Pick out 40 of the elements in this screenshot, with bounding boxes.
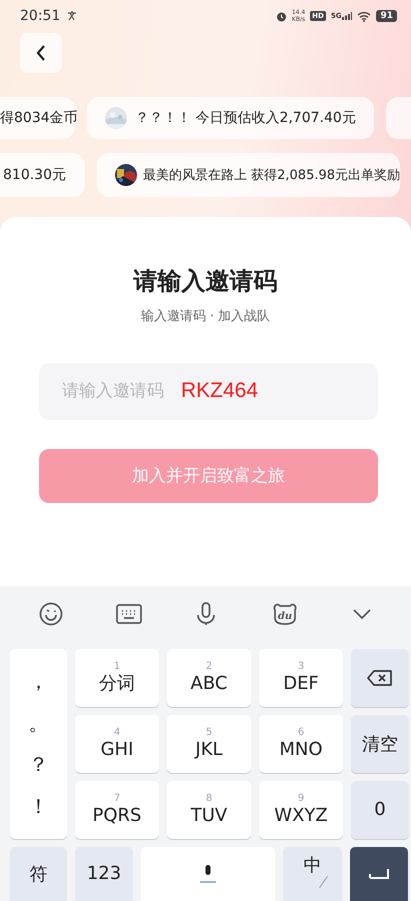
keyboard-key[interactable]: 8 TUV xyxy=(167,780,251,839)
page-title: 请输入邀请码 xyxy=(134,266,278,297)
enter-key[interactable] xyxy=(350,846,408,901)
keyboard-key[interactable]: 2 ABC xyxy=(167,648,251,707)
ticker-text: 最美的风景在路上 获得2,085.98元出单奖励 xyxy=(143,166,400,184)
keyboard-key[interactable]: 6 MNO xyxy=(259,714,343,773)
battery-level: 91 xyxy=(376,10,397,22)
ticker-text: 得8034金币 xyxy=(0,108,78,127)
signal-icon xyxy=(342,12,352,20)
keyboard-key[interactable]: 9 WXYZ xyxy=(259,780,343,839)
microphone-icon[interactable] xyxy=(195,602,218,626)
keyboard-key[interactable]: 1 分词 xyxy=(75,648,159,707)
keyboard-key[interactable]: 7 PQRS xyxy=(75,780,159,839)
emoji-icon[interactable] xyxy=(38,602,63,626)
ticker-text: ？？！！ 今日预估收入2,707.40元 xyxy=(135,108,356,127)
alarm-icon xyxy=(276,10,287,22)
bear-logo-icon[interactable]: du xyxy=(270,602,299,626)
logo-text: du xyxy=(278,610,292,622)
backspace-key[interactable] xyxy=(351,648,409,707)
keyboard-key[interactable]: 5 JKL xyxy=(167,714,251,773)
language-key[interactable]: 中 xyxy=(283,846,342,901)
back-icon xyxy=(36,44,46,61)
keyboard-key[interactable]: 4 GHI xyxy=(75,714,159,773)
zero-key[interactable]: 0 xyxy=(351,780,409,839)
page-subtitle: 输入邀请码 · 加入战队 xyxy=(140,308,270,325)
code-annotation: RKZ464 xyxy=(181,378,258,404)
status-time: 20:51 xyxy=(20,8,60,24)
keyboard-icon[interactable] xyxy=(116,604,142,624)
backspace-icon xyxy=(367,670,393,686)
ticker-text: 810.30元 xyxy=(3,166,66,184)
collapse-icon[interactable] xyxy=(352,608,372,620)
enter-icon xyxy=(368,868,390,880)
symbols-key[interactable]: 符 xyxy=(10,846,67,901)
punctuation-key[interactable]: ， 。 ？ ！ xyxy=(10,648,67,839)
clear-key[interactable]: 清空 xyxy=(351,714,409,773)
numbers-key[interactable]: 123 xyxy=(75,846,133,901)
wifi-icon xyxy=(357,10,372,22)
back-button[interactable] xyxy=(20,32,62,73)
keyboard-key[interactable]: 3 DEF xyxy=(259,648,343,707)
notification-icon xyxy=(67,11,78,22)
